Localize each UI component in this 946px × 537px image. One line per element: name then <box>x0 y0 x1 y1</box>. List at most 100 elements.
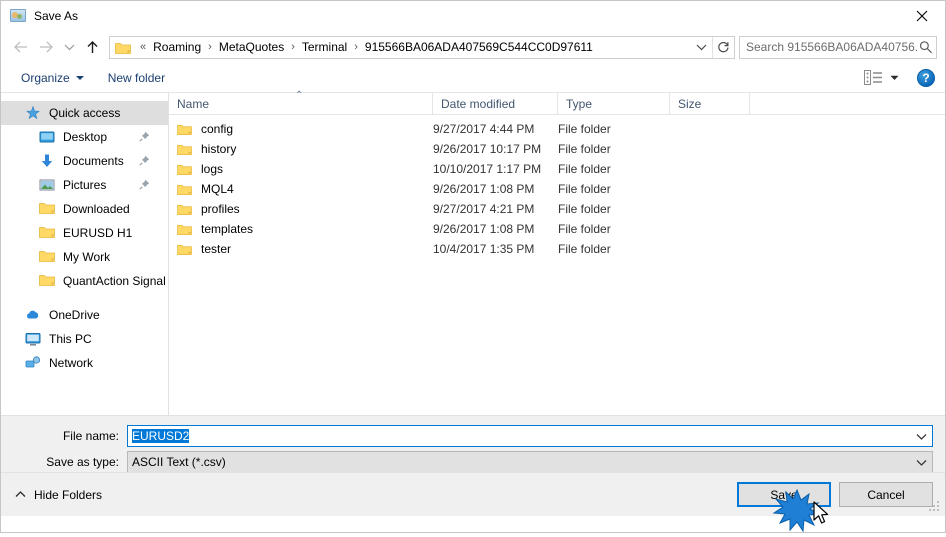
breadcrumb-prefix: « <box>140 41 147 53</box>
file-name: history <box>201 142 237 156</box>
breadcrumb-separator: › <box>354 41 358 53</box>
sidebar-item-label: This PC <box>49 332 92 346</box>
save-as-type-row: Save as type: ASCII Text (*.csv) <box>1 450 945 474</box>
file-name: MQL4 <box>201 182 234 196</box>
desktop-icon <box>39 129 55 145</box>
column-header-label: Name <box>177 96 210 111</box>
pin-icon <box>139 131 150 142</box>
save-as-type-select[interactable]: ASCII Text (*.csv) <box>127 451 933 473</box>
sidebar-item-this-pc[interactable]: This PC <box>1 327 168 351</box>
file-date-modified: 9/27/2017 4:44 PM <box>433 122 535 136</box>
table-row[interactable]: tester 10/4/2017 1:35 PM File folder <box>169 239 945 259</box>
sort-ascending-icon: ⌃ <box>295 90 304 101</box>
help-button[interactable]: ? <box>917 68 935 87</box>
chevron-down-icon <box>916 459 926 466</box>
view-options-button[interactable] <box>860 68 903 87</box>
hide-folders-button[interactable]: Hide Folders <box>15 488 102 502</box>
chevron-down-icon <box>696 44 706 51</box>
recent-locations-button[interactable] <box>59 34 79 60</box>
sidebar-item-my-work[interactable]: My Work <box>1 245 168 269</box>
sidebar-item-label: Quick access <box>49 106 121 120</box>
sidebar-item-label: Documents <box>63 154 124 168</box>
search-box[interactable]: Search 915566BA06ADA40756... <box>739 35 937 59</box>
breadcrumb-item-1[interactable]: MetaQuotes <box>217 40 286 54</box>
arrow-up-icon <box>87 40 97 53</box>
sidebar-item-eurusd-h1[interactable]: EURUSD H1 <box>1 221 168 245</box>
chevron-down-icon <box>75 75 84 80</box>
column-header-type[interactable]: Type <box>558 93 670 114</box>
refresh-button[interactable] <box>712 36 734 58</box>
organize-label: Organize <box>21 70 70 85</box>
chevron-up-icon <box>15 491 26 497</box>
sidebar-item-onedrive[interactable]: OneDrive <box>1 303 168 327</box>
save-as-type-dropdown-button[interactable] <box>910 452 932 472</box>
hide-folders-label: Hide Folders <box>34 487 103 502</box>
command-toolbar: Organize New folder ? <box>1 63 945 93</box>
sidebar-item-label: EURUSD H1 <box>63 226 133 240</box>
file-date-modified: 9/26/2017 10:17 PM <box>433 142 542 156</box>
navigation-bar: « Roaming › MetaQuotes › Terminal › 9155… <box>1 31 945 63</box>
column-header-name[interactable]: Name ⌃ <box>169 90 433 114</box>
table-row[interactable]: logs 10/10/2017 1:17 PM File folder <box>169 159 945 179</box>
column-header-row: Name ⌃ Date modified Type Size <box>169 90 945 115</box>
column-header-label: Size <box>678 96 702 111</box>
breadcrumb-item-0[interactable]: Roaming <box>151 40 203 54</box>
table-row[interactable]: templates 9/26/2017 1:08 PM File folder <box>169 219 945 239</box>
dialog-buttons: Save Cancel <box>737 482 933 507</box>
new-folder-button[interactable]: New folder <box>102 68 171 88</box>
file-name-cell: MQL4 <box>169 182 433 196</box>
navigation-sidebar: Quick access Desktop Documents Pictures … <box>1 93 169 415</box>
file-date-modified: 9/26/2017 1:08 PM <box>433 222 535 236</box>
resize-grip-icon[interactable] <box>929 501 940 512</box>
folder-icon <box>39 225 55 241</box>
sidebar-item-network[interactable]: Network <box>1 351 168 375</box>
arrow-left-icon <box>13 41 27 53</box>
table-row[interactable]: history 9/26/2017 10:17 PM File folder <box>169 139 945 159</box>
file-date-modified: 10/10/2017 1:17 PM <box>433 162 542 176</box>
back-button[interactable] <box>7 34 33 60</box>
sidebar-item-documents[interactable]: Documents <box>1 149 168 173</box>
sidebar-item-downloaded[interactable]: Downloaded <box>1 197 168 221</box>
file-name-cell: history <box>169 142 433 156</box>
view-list-icon <box>864 70 882 85</box>
sidebar-item-pictures[interactable]: Pictures <box>1 173 168 197</box>
address-bar[interactable]: « Roaming › MetaQuotes › Terminal › 9155… <box>109 35 735 59</box>
sidebar-item-label: My Work <box>63 250 111 264</box>
file-date-modified: 9/26/2017 1:08 PM <box>433 182 535 196</box>
save-button[interactable]: Save <box>737 482 831 507</box>
address-dropdown-button[interactable] <box>690 37 712 58</box>
up-button[interactable] <box>79 34 105 60</box>
sidebar-item-desktop[interactable]: Desktop <box>1 125 168 149</box>
column-header-size[interactable]: Size <box>670 93 750 114</box>
chevron-down-icon <box>64 44 74 51</box>
sidebar-item-quantaction-signal[interactable]: QuantAction Signal <box>1 269 168 293</box>
file-name-selected-text: EURUSD2 <box>132 429 190 443</box>
search-input[interactable]: Search 915566BA06ADA40756... <box>746 40 919 54</box>
chevron-down-icon <box>890 75 899 80</box>
file-name-label: File name: <box>62 429 119 443</box>
organize-button[interactable]: Organize <box>15 68 90 88</box>
file-name-cell: profiles <box>169 202 433 216</box>
sidebar-item-label: QuantAction Signal <box>63 274 166 288</box>
file-type: File folder <box>558 242 611 256</box>
pin-icon <box>139 179 150 190</box>
breadcrumb-item-3[interactable]: 915566BA06ADA407569C544CC0D97611 <box>363 40 595 54</box>
sidebar-item-label: OneDrive <box>49 308 100 322</box>
file-name-dropdown-button[interactable] <box>910 426 932 446</box>
breadcrumb: « Roaming › MetaQuotes › Terminal › 9155… <box>135 40 690 54</box>
forward-button[interactable] <box>33 34 59 60</box>
sidebar-item-quick-access[interactable]: Quick access <box>1 101 168 125</box>
close-icon <box>916 10 928 22</box>
cancel-button[interactable]: Cancel <box>839 482 933 507</box>
column-header-date-modified[interactable]: Date modified <box>433 93 558 114</box>
network-icon <box>25 355 41 371</box>
folder-icon <box>115 41 131 54</box>
table-row[interactable]: profiles 9/27/2017 4:21 PM File folder <box>169 199 945 219</box>
breadcrumb-item-2[interactable]: Terminal <box>300 40 349 54</box>
folder-icon <box>177 203 192 216</box>
close-button[interactable] <box>899 1 945 31</box>
table-row[interactable]: MQL4 9/26/2017 1:08 PM File folder <box>169 179 945 199</box>
file-name-input[interactable]: EURUSD2 <box>127 425 933 447</box>
table-row[interactable]: config 9/27/2017 4:44 PM File folder <box>169 119 945 139</box>
